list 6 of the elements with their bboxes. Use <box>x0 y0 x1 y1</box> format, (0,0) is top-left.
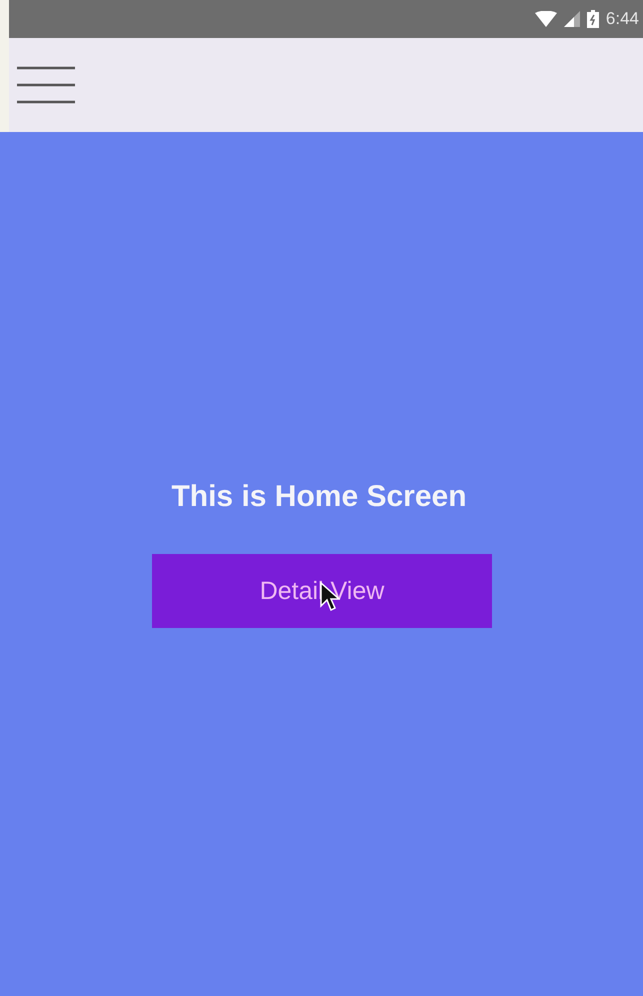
battery-icon <box>586 10 599 28</box>
menu-icon[interactable] <box>17 66 75 104</box>
screen-title: This is Home Screen <box>171 480 467 514</box>
status-time: 6:44 <box>606 9 639 29</box>
wifi-icon <box>534 11 557 27</box>
signal-icon <box>564 11 580 27</box>
